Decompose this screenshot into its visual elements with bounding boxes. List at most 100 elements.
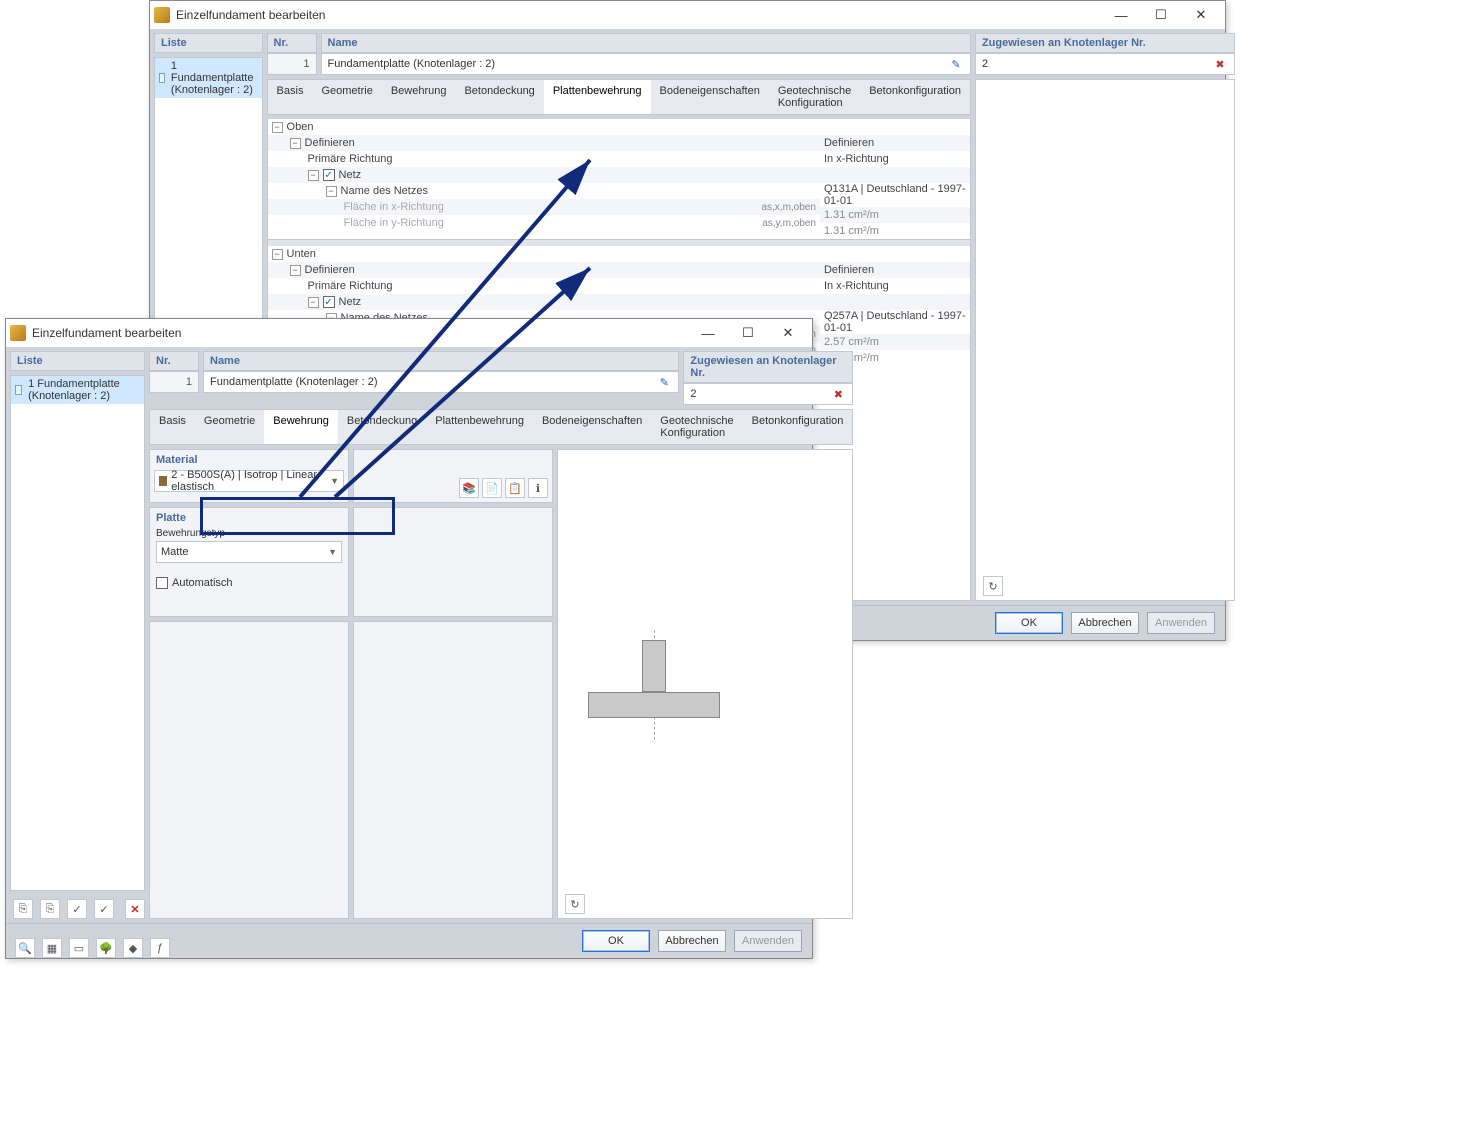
tree-node-netz[interactable]: Netz bbox=[339, 169, 362, 181]
maximize-button[interactable]: ☐ bbox=[1141, 1, 1181, 29]
copy-icon[interactable]: 📋 bbox=[505, 478, 525, 498]
edit-icon[interactable]: ✎ bbox=[948, 56, 964, 72]
name-input[interactable]: Fundamentplatte (Knotenlager : 2) ✎ bbox=[203, 371, 679, 393]
tab-betonkonfig[interactable]: Betonkonfiguration bbox=[743, 410, 853, 444]
nr-value: 1 bbox=[149, 371, 199, 393]
library-icon[interactable]: 📚 bbox=[459, 478, 479, 498]
list-item-label: 1 Fundamentplatte (Knotenlager : 2) bbox=[28, 378, 140, 402]
toolbar-icon[interactable]: ⎘ bbox=[13, 899, 33, 919]
list-item[interactable]: 1 Fundamentplatte (Knotenlager : 2) bbox=[155, 58, 262, 98]
expander-icon[interactable]: − bbox=[290, 138, 301, 149]
name-input-text: Fundamentplatte (Knotenlager : 2) bbox=[328, 58, 496, 70]
ok-button[interactable]: OK bbox=[582, 930, 650, 952]
tree-value: Q131A | Deutschland - 1997-01-01 bbox=[824, 183, 966, 207]
apply-button[interactable]: Anwenden bbox=[1147, 612, 1215, 634]
window-title: Einzelfundament bearbeiten bbox=[176, 8, 1101, 22]
toolbar-icon[interactable]: ✓ bbox=[94, 899, 114, 919]
name-header: Name bbox=[321, 33, 971, 53]
pick-icon[interactable]: ✖ bbox=[1212, 56, 1228, 72]
checkbox-netz-unten[interactable]: ✓ bbox=[323, 296, 335, 308]
tab-betondeckung[interactable]: Betondeckung bbox=[338, 410, 426, 444]
tree-unit: cm²/m bbox=[848, 225, 879, 237]
close-button[interactable]: ✕ bbox=[1181, 1, 1221, 29]
chevron-down-icon: ▼ bbox=[330, 476, 339, 486]
tool-icon[interactable]: 🔍 bbox=[15, 938, 35, 958]
info-icon[interactable]: ℹ bbox=[528, 478, 548, 498]
pick-icon[interactable]: ✖ bbox=[830, 386, 846, 402]
assigned-input-text: 2 bbox=[982, 58, 988, 70]
tab-bewehrung[interactable]: Bewehrung bbox=[264, 410, 338, 444]
expander-icon[interactable]: − bbox=[326, 186, 337, 197]
titlebar-back: Einzelfundament bearbeiten — ☐ ✕ bbox=[150, 1, 1225, 29]
cancel-button[interactable]: Abbrechen bbox=[1071, 612, 1139, 634]
tab-betondeckung[interactable]: Betondeckung bbox=[455, 80, 543, 114]
toolbar-icon[interactable]: ⎘ bbox=[40, 899, 60, 919]
checkbox-netz-oben[interactable]: ✓ bbox=[323, 169, 335, 181]
toolbar-icon[interactable]: ✓ bbox=[67, 899, 87, 919]
tree-value: In x-Richtung bbox=[824, 280, 889, 292]
tree-node-oben[interactable]: Oben bbox=[287, 121, 314, 133]
checkbox-automatisch[interactable] bbox=[156, 577, 168, 589]
expander-icon[interactable]: − bbox=[308, 170, 319, 181]
tree-node-netzname[interactable]: Name des Netzes bbox=[341, 185, 428, 197]
app-icon bbox=[10, 325, 26, 341]
tree-symbol: as,y,m,oben bbox=[762, 218, 816, 229]
edit-icon[interactable]: ✎ bbox=[656, 374, 672, 390]
tool-icon[interactable]: ▭ bbox=[69, 938, 89, 958]
tree-node-definieren[interactable]: Definieren bbox=[305, 264, 355, 276]
expander-icon[interactable]: − bbox=[272, 249, 283, 260]
close-button[interactable]: ✕ bbox=[768, 319, 808, 347]
refresh-icon[interactable]: ↻ bbox=[983, 576, 1003, 596]
tab-basis[interactable]: Basis bbox=[150, 410, 195, 444]
tree-label: Primäre Richtung bbox=[308, 280, 393, 292]
new-icon[interactable]: 📄 bbox=[482, 478, 502, 498]
tree-num: 1.31 bbox=[824, 209, 845, 221]
list-item-icon bbox=[15, 385, 22, 395]
tree-leaf: Fläche in y-Richtung bbox=[344, 217, 444, 229]
checkbox-label: Automatisch bbox=[172, 577, 233, 589]
tab-bodeneigenschaften[interactable]: Bodeneigenschaften bbox=[533, 410, 651, 444]
section-material: Material bbox=[150, 450, 348, 470]
tab-geotech[interactable]: Geotechnische Konfiguration bbox=[769, 80, 860, 114]
name-input-text: Fundamentplatte (Knotenlager : 2) bbox=[210, 376, 378, 388]
refresh-icon[interactable]: ↻ bbox=[565, 894, 585, 914]
tab-bodeneigenschaften[interactable]: Bodeneigenschaften bbox=[651, 80, 769, 114]
tree-node-netz[interactable]: Netz bbox=[339, 296, 362, 308]
tool-icon[interactable]: 🌳 bbox=[96, 938, 116, 958]
tab-betonkonfig[interactable]: Betonkonfiguration bbox=[860, 80, 970, 114]
bewehrungstyp-dropdown[interactable]: Matte ▼ bbox=[156, 541, 342, 563]
tree-label: Primäre Richtung bbox=[308, 153, 393, 165]
name-input[interactable]: Fundamentplatte (Knotenlager : 2) ✎ bbox=[321, 53, 971, 75]
ok-button[interactable]: OK bbox=[995, 612, 1063, 634]
tree-leaf: Fläche in x-Richtung bbox=[344, 201, 444, 213]
expander-icon[interactable]: − bbox=[308, 297, 319, 308]
tree-value: Definieren bbox=[824, 264, 874, 276]
expander-icon[interactable]: − bbox=[272, 122, 283, 133]
app-icon bbox=[154, 7, 170, 23]
expander-icon[interactable]: − bbox=[290, 265, 301, 276]
tab-bewehrung[interactable]: Bewehrung bbox=[382, 80, 456, 114]
tab-plattenbewehrung[interactable]: Plattenbewehrung bbox=[426, 410, 533, 444]
tool-icon[interactable]: ƒ bbox=[150, 938, 170, 958]
tool-icon[interactable]: ◆ bbox=[123, 938, 143, 958]
minimize-button[interactable]: — bbox=[1101, 1, 1141, 29]
list-item[interactable]: 1 Fundamentplatte (Knotenlager : 2) bbox=[11, 376, 144, 404]
apply-button[interactable]: Anwenden bbox=[734, 930, 802, 952]
tree-num: 1.31 bbox=[824, 225, 845, 237]
tree-node-unten[interactable]: Unten bbox=[287, 248, 316, 260]
tool-icon[interactable]: ▦ bbox=[42, 938, 62, 958]
tree-node-definieren[interactable]: Definieren bbox=[305, 137, 355, 149]
maximize-button[interactable]: ☐ bbox=[728, 319, 768, 347]
assigned-input[interactable]: 2 ✖ bbox=[683, 383, 853, 405]
minimize-button[interactable]: — bbox=[688, 319, 728, 347]
material-dropdown[interactable]: 2 - B500S(A) | Isotrop | Linear elastisc… bbox=[154, 470, 344, 492]
tab-geotech[interactable]: Geotechnische Konfiguration bbox=[651, 410, 742, 444]
tab-geometrie[interactable]: Geometrie bbox=[195, 410, 264, 444]
tab-basis[interactable]: Basis bbox=[268, 80, 313, 114]
assigned-input[interactable]: 2 ✖ bbox=[975, 53, 1235, 75]
tab-geometrie[interactable]: Geometrie bbox=[312, 80, 381, 114]
tab-bar: Basis Geometrie Bewehrung Betondeckung P… bbox=[267, 79, 971, 115]
tab-plattenbewehrung[interactable]: Plattenbewehrung bbox=[544, 80, 651, 114]
delete-icon[interactable]: ✕ bbox=[125, 899, 145, 919]
cancel-button[interactable]: Abbrechen bbox=[658, 930, 726, 952]
